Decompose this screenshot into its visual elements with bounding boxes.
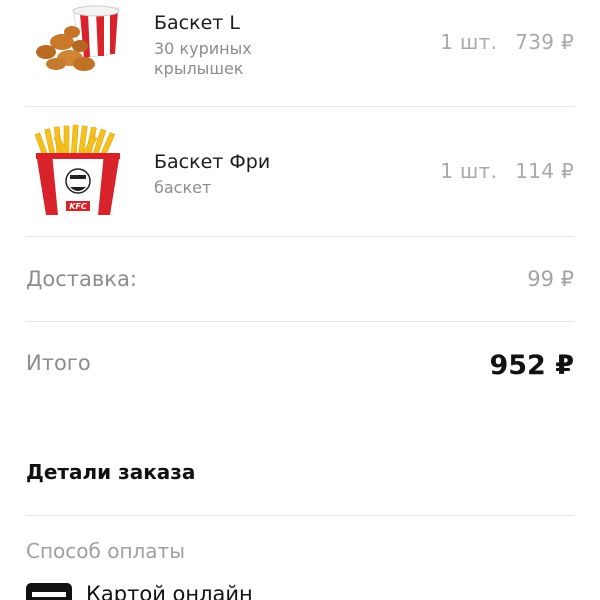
item-quantity-price: 1 шт. 739 ₽ — [440, 30, 574, 54]
payment-option-label: Картой онлайн — [86, 582, 253, 600]
item-name: Баскет Фри — [154, 151, 271, 173]
item-price: 114 ₽ — [515, 159, 574, 183]
fries-bucket-icon: KFC — [30, 123, 126, 217]
kfc-logo-text: KFC — [69, 202, 87, 211]
item-quantity: 1 шт. — [440, 159, 498, 183]
item-description-line-1: баскет — [154, 178, 212, 197]
order-details-title: Детали заказа — [26, 460, 196, 484]
order-item: KFC Баскет Фри баскет 1 шт. 114 ₽ — [0, 107, 600, 235]
payment-option-card-online[interactable]: Картой онлайн — [26, 578, 426, 600]
order-item: Баскет L 30 куриных крылышек 1 шт. 739 ₽ — [0, 0, 600, 106]
item-name: Баскет L — [154, 12, 240, 34]
payment-method-label: Способ оплаты — [26, 539, 185, 563]
divider — [26, 321, 574, 322]
chicken-wings-bucket-icon — [22, 2, 132, 84]
divider — [26, 515, 574, 516]
total-value: 952 ₽ — [489, 350, 574, 381]
item-quantity-price: 1 шт. 114 ₽ — [440, 159, 574, 183]
delivery-value: 99 ₽ — [527, 267, 574, 291]
item-quantity: 1 шт. — [440, 30, 498, 54]
item-description-line-1: 30 куриных — [154, 39, 252, 58]
credit-card-icon — [26, 583, 72, 600]
item-price: 739 ₽ — [515, 30, 574, 54]
item-description-line-2: крылышек — [154, 59, 244, 78]
order-summary-page: Баскет L 30 куриных крылышек 1 шт. 739 ₽ — [0, 0, 600, 600]
divider — [26, 236, 574, 237]
total-label: Итого — [26, 351, 91, 375]
delivery-label: Доставка: — [26, 267, 137, 291]
